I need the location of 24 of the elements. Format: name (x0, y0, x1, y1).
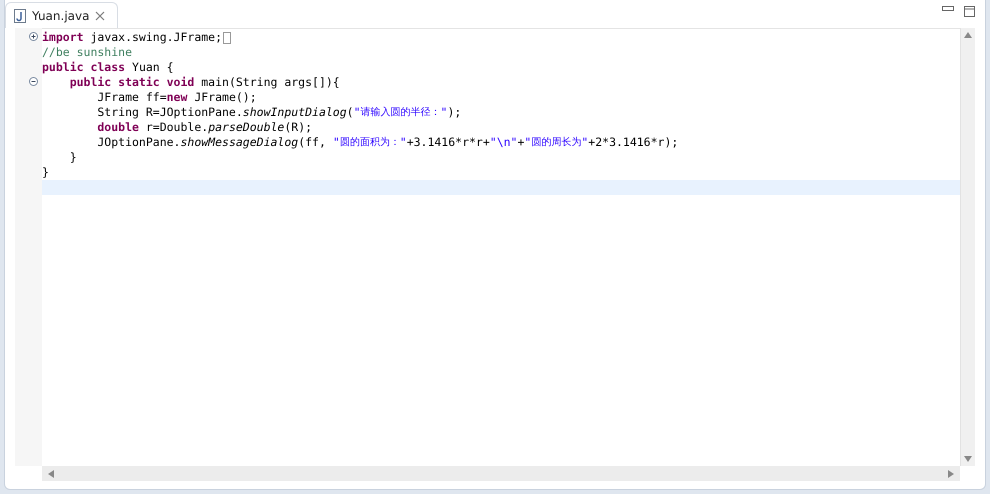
expand-icon[interactable] (29, 32, 38, 41)
vertical-scrollbar[interactable] (960, 28, 975, 466)
minimize-icon[interactable] (942, 6, 954, 12)
code-line: String R=JOptionPane.showInputDialog("请输入圆的半径："); (96, 105, 462, 120)
folded-code-marker[interactable] (223, 32, 232, 44)
code-line: public static void main(String args[]){ (68, 75, 341, 90)
code-line: //be sunshine (42, 45, 134, 60)
code-line: } (42, 165, 50, 180)
scroll-right-icon[interactable] (948, 470, 954, 478)
code-line: JFrame ff=new JFrame(); (96, 90, 258, 105)
code-line: import javax.swing.JFrame; (42, 30, 960, 45)
scroll-down-icon[interactable] (964, 456, 972, 462)
maximize-icon[interactable] (964, 6, 975, 17)
java-file-icon (14, 8, 26, 22)
code-line: JOptionPane.showMessageDialog(ff, "圆的面积为："+3.1416*r*r+"\n"+"圆的周长为"+2*3.1416*r); (96, 135, 680, 150)
close-icon[interactable] (95, 10, 106, 20)
collapse-icon[interactable] (29, 77, 38, 86)
code-line: double r=Double.parseDouble(R); (96, 120, 314, 135)
horizontal-scrollbar[interactable] (42, 466, 960, 481)
scroll-left-icon[interactable] (48, 470, 54, 478)
code-line: } (68, 150, 78, 165)
editor-tab[interactable]: Yuan.java (5, 2, 118, 28)
scroll-up-icon[interactable] (964, 32, 972, 38)
code-line: public class Yuan { (42, 60, 175, 75)
